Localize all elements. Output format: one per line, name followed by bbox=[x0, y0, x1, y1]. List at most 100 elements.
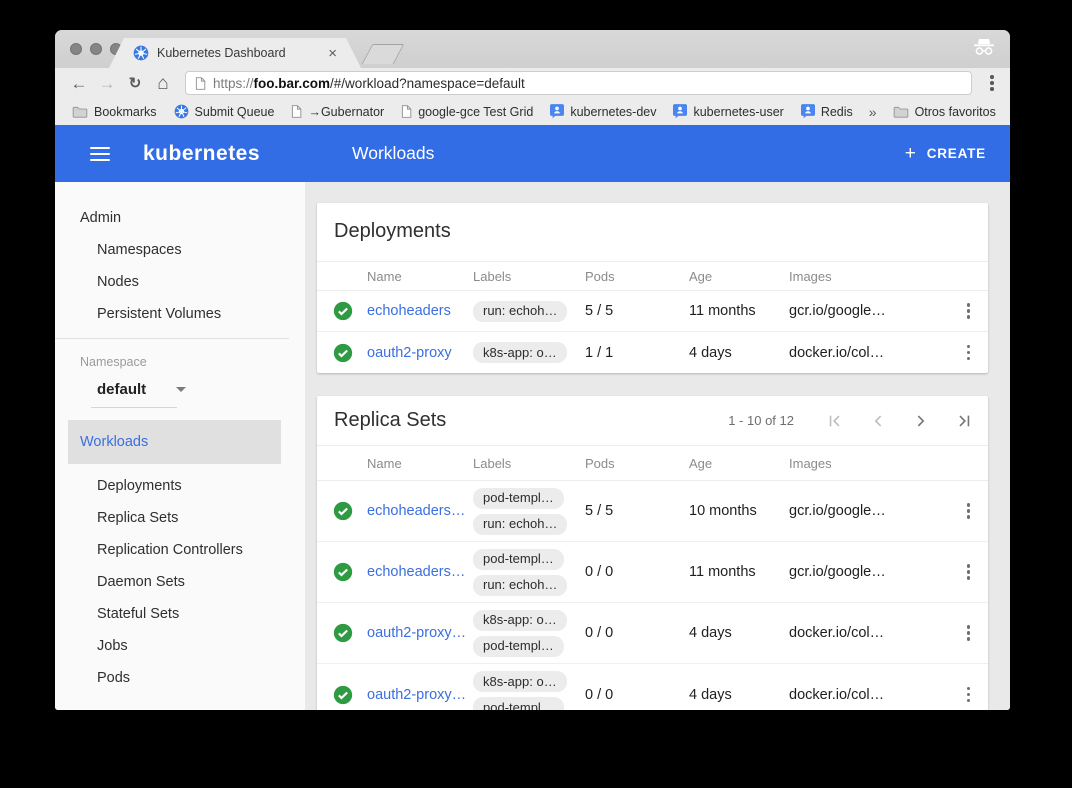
window-controls bbox=[70, 43, 122, 55]
sidebar-divider bbox=[55, 338, 289, 339]
reload-button[interactable]: ↻ bbox=[123, 76, 147, 91]
tab-title: Kubernetes Dashboard bbox=[157, 46, 328, 60]
namespace-select[interactable]: default bbox=[55, 381, 305, 398]
sidebar-item-replica-sets[interactable]: Replica Sets bbox=[55, 502, 305, 534]
namespace-value: default bbox=[97, 381, 146, 398]
page-icon bbox=[401, 105, 412, 118]
main-content: Deployments Name Labels Pods Age Images … bbox=[305, 182, 1010, 710]
tab-close-icon[interactable]: × bbox=[328, 46, 337, 61]
pagination: 1 - 10 of 12 bbox=[728, 413, 972, 429]
label-chip: k8s-app: o… bbox=[473, 342, 567, 363]
forward-button[interactable]: → bbox=[95, 75, 119, 92]
status-ok-icon bbox=[333, 685, 353, 705]
namespace-label: Namespace bbox=[55, 355, 305, 369]
label-chip: run: echoh… bbox=[473, 514, 567, 535]
bookmark-kubernetes-user[interactable]: kubernetes-user bbox=[668, 104, 788, 119]
status-ok-icon bbox=[333, 343, 353, 363]
close-window-button[interactable] bbox=[70, 43, 82, 55]
groups-icon bbox=[550, 104, 564, 119]
incognito-icon bbox=[972, 38, 996, 61]
row-actions-menu-icon[interactable] bbox=[967, 625, 985, 641]
row-actions-menu-icon[interactable] bbox=[967, 687, 985, 703]
deployments-table-header: Name Labels Pods Age Images bbox=[317, 261, 988, 291]
page-title: Workloads bbox=[352, 143, 434, 164]
sidebar-item-nodes[interactable]: Nodes bbox=[55, 266, 305, 298]
sidebar-item-jobs[interactable]: Jobs bbox=[55, 630, 305, 662]
row-actions-menu-icon[interactable] bbox=[967, 564, 985, 580]
table-row: echoheaders… pod-templ… run: echoh… 0 / … bbox=[317, 542, 988, 603]
resource-link[interactable]: oauth2-proxy… bbox=[367, 625, 473, 641]
label-chip: pod-templ… bbox=[473, 697, 564, 710]
sidebar-item-persistent-volumes[interactable]: Persistent Volumes bbox=[55, 298, 305, 330]
deployments-card-title: Deployments bbox=[334, 220, 451, 243]
sidebar-item-replication-controllers[interactable]: Replication Controllers bbox=[55, 534, 305, 566]
tab-strip: Kubernetes Dashboard × bbox=[55, 30, 1010, 68]
table-row: echoheaders run: echoh… 5 / 5 11 months … bbox=[317, 291, 988, 332]
row-actions-menu-icon[interactable] bbox=[967, 303, 985, 319]
table-row: oauth2-proxy k8s-app: o… 1 / 1 4 days do… bbox=[317, 332, 988, 373]
label-chip: pod-templ… bbox=[473, 549, 564, 570]
create-button[interactable]: + CREATE bbox=[905, 143, 986, 165]
pagination-range: 1 - 10 of 12 bbox=[728, 413, 794, 428]
bookmark-submit-queue[interactable]: Submit Queue bbox=[169, 104, 280, 119]
deployments-card: Deployments Name Labels Pods Age Images … bbox=[317, 203, 988, 373]
label-chip: k8s-app: o… bbox=[473, 671, 567, 692]
hamburger-menu-icon[interactable] bbox=[90, 147, 110, 161]
bookmarks-overflow-chevron-icon[interactable]: » bbox=[865, 104, 881, 120]
resource-link[interactable]: oauth2-proxy bbox=[367, 345, 473, 361]
sidebar-item-stateful-sets[interactable]: Stateful Sets bbox=[55, 598, 305, 630]
bookmark-gubernator[interactable]: →Gubernator bbox=[286, 105, 389, 119]
bookmark-otros-favoritos-folder[interactable]: Otros favoritos bbox=[888, 105, 1001, 119]
folder-icon bbox=[893, 106, 909, 118]
label-chip: pod-templ… bbox=[473, 636, 564, 657]
minimize-window-button[interactable] bbox=[90, 43, 102, 55]
address-bar[interactable]: https://foo.bar.com/#/workload?namespace… bbox=[185, 71, 972, 95]
table-row: oauth2-proxy… k8s-app: o… pod-templ… 0 /… bbox=[317, 664, 988, 710]
resource-link[interactable]: oauth2-proxy… bbox=[367, 687, 473, 703]
browser-tab[interactable]: Kubernetes Dashboard × bbox=[109, 38, 361, 68]
first-page-icon[interactable] bbox=[827, 413, 843, 429]
browser-window: Kubernetes Dashboard × ← → ↻ ⌂ https://f… bbox=[55, 30, 1010, 710]
folder-icon bbox=[72, 106, 88, 118]
row-actions-menu-icon[interactable] bbox=[967, 503, 985, 519]
app-logo: kubernetes bbox=[143, 142, 260, 166]
replica-sets-card: Replica Sets 1 - 10 of 12 Name Labels Po… bbox=[317, 396, 988, 710]
url-text: https://foo.bar.com/#/workload?namespace… bbox=[213, 76, 525, 91]
page-icon bbox=[195, 77, 206, 90]
table-row: echoheaders… pod-templ… run: echoh… 5 / … bbox=[317, 481, 988, 542]
resource-link[interactable]: echoheaders… bbox=[367, 564, 473, 580]
label-chip: run: echoh… bbox=[473, 301, 567, 322]
sidebar-item-pods[interactable]: Pods bbox=[55, 662, 305, 694]
resource-link[interactable]: echoheaders… bbox=[367, 503, 473, 519]
next-page-icon[interactable] bbox=[913, 413, 929, 429]
sidebar: Admin Namespaces Nodes Persistent Volume… bbox=[55, 182, 305, 710]
status-ok-icon bbox=[333, 301, 353, 321]
sidebar-item-deployments[interactable]: Deployments bbox=[55, 470, 305, 502]
previous-page-icon[interactable] bbox=[870, 413, 886, 429]
bookmark-redis[interactable]: Redis bbox=[796, 104, 858, 119]
bookmark-bookmarks-folder[interactable]: Bookmarks bbox=[67, 105, 162, 119]
back-button[interactable]: ← bbox=[67, 75, 91, 92]
app-header: kubernetes Workloads + CREATE bbox=[55, 125, 1010, 182]
bookmark-google-gce-test-grid[interactable]: google-gce Test Grid bbox=[396, 105, 538, 119]
sidebar-item-admin[interactable]: Admin bbox=[55, 202, 305, 234]
label-chip: pod-templ… bbox=[473, 488, 564, 509]
namespace-select-underline bbox=[91, 407, 177, 408]
groups-icon bbox=[673, 104, 687, 119]
label-chip: run: echoh… bbox=[473, 575, 567, 596]
replica-sets-card-title: Replica Sets bbox=[334, 409, 446, 432]
status-ok-icon bbox=[333, 623, 353, 643]
sidebar-item-workloads[interactable]: Workloads bbox=[68, 420, 281, 464]
home-button[interactable]: ⌂ bbox=[151, 74, 175, 93]
sidebar-item-namespaces[interactable]: Namespaces bbox=[55, 234, 305, 266]
label-chip: k8s-app: o… bbox=[473, 610, 567, 631]
toolbar: ← → ↻ ⌂ https://foo.bar.com/#/workload?n… bbox=[55, 68, 1010, 98]
last-page-icon[interactable] bbox=[956, 413, 972, 429]
sidebar-item-daemon-sets[interactable]: Daemon Sets bbox=[55, 566, 305, 598]
status-ok-icon bbox=[333, 501, 353, 521]
resource-link[interactable]: echoheaders bbox=[367, 303, 473, 319]
browser-menu-icon[interactable] bbox=[982, 75, 1002, 91]
bookmark-kubernetes-dev[interactable]: kubernetes-dev bbox=[545, 104, 661, 119]
row-actions-menu-icon[interactable] bbox=[967, 345, 985, 361]
new-tab-button[interactable] bbox=[362, 44, 405, 64]
